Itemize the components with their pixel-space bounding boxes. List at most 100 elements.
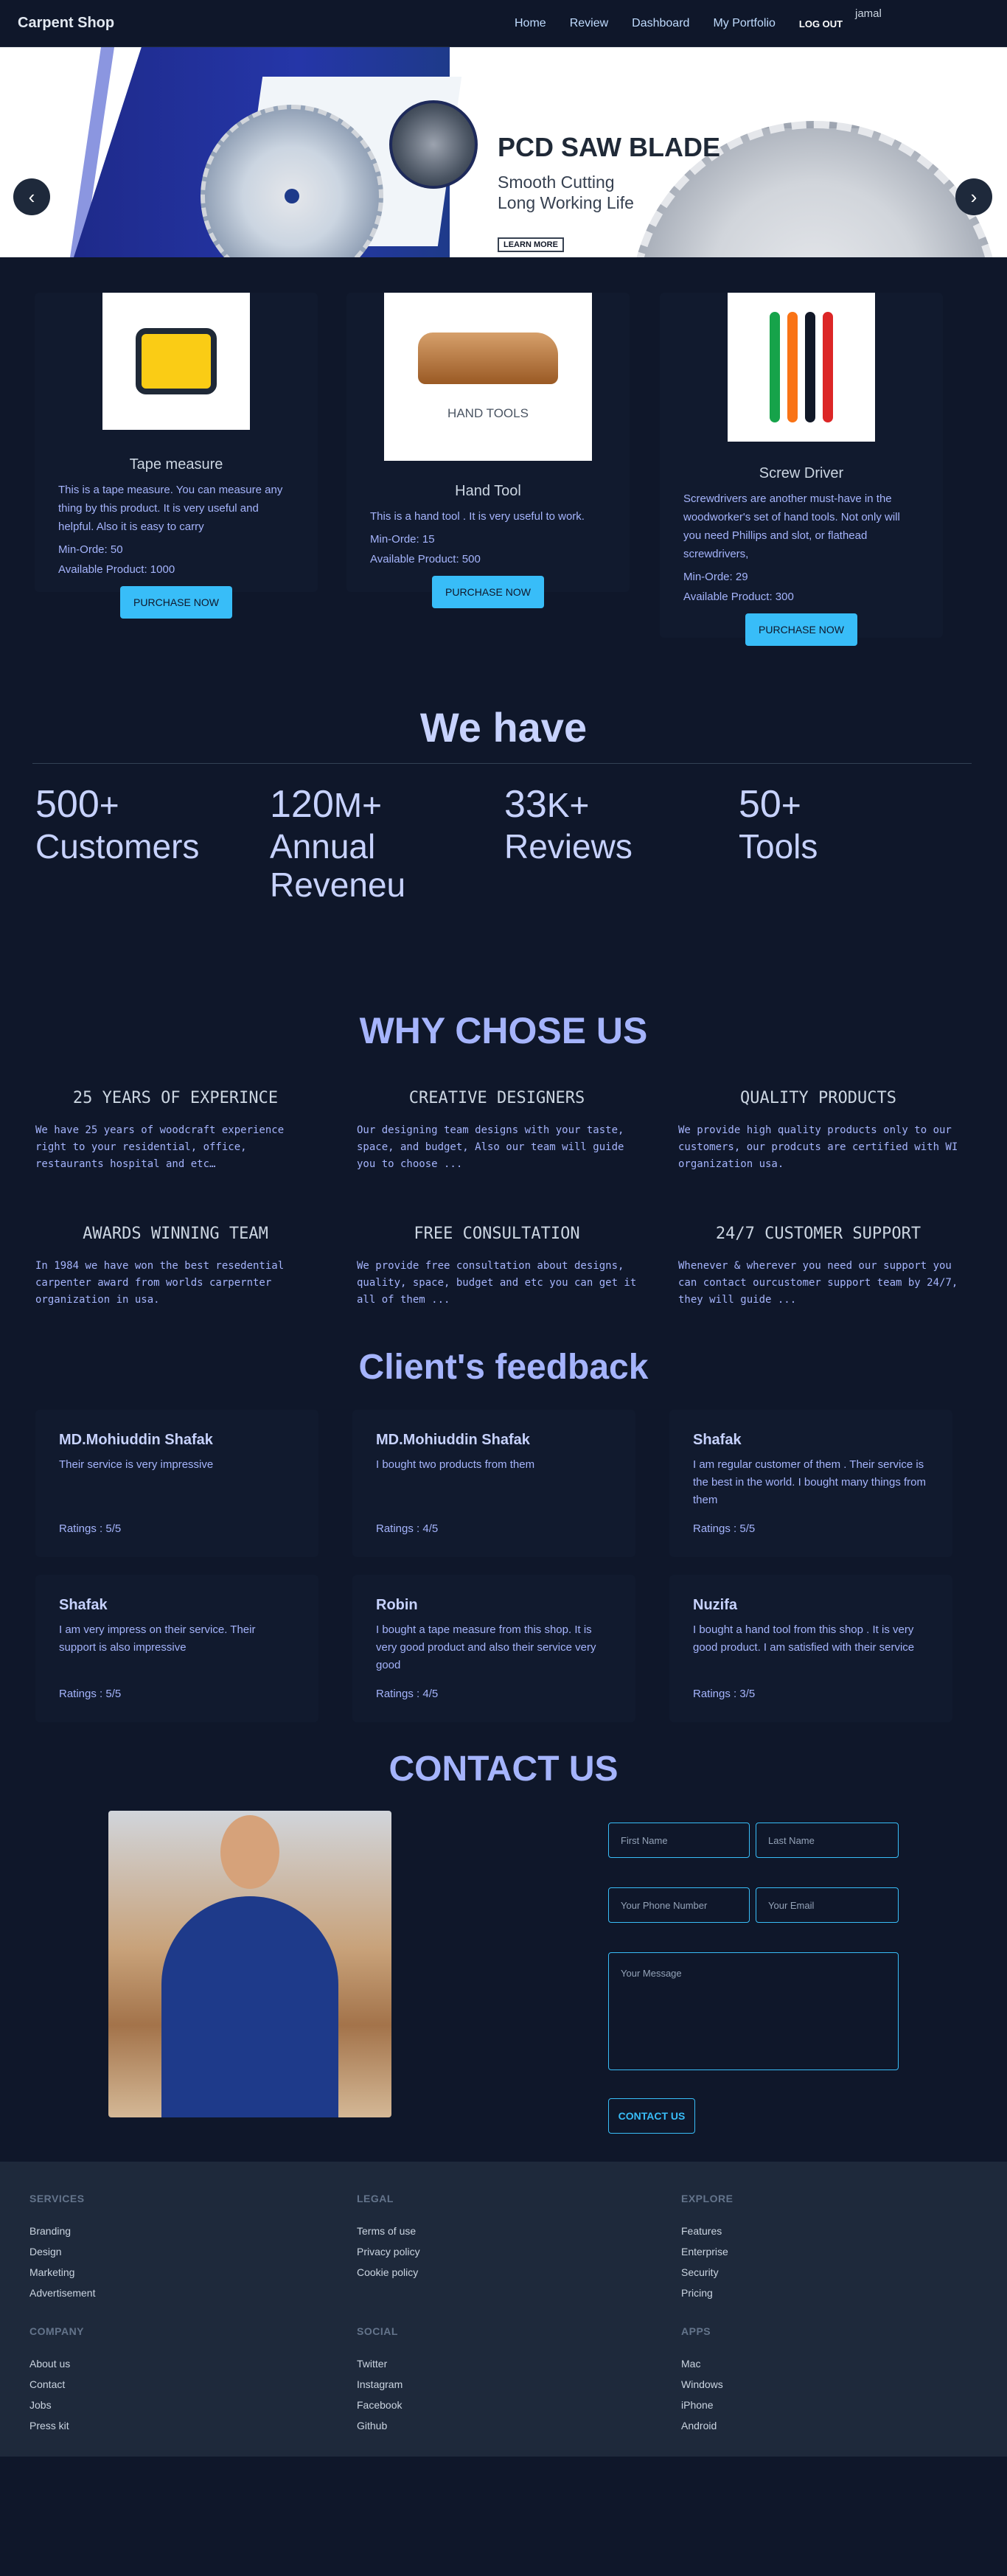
feedback-name: Shafak [59, 1597, 108, 1613]
footer-link[interactable]: About us [29, 2353, 251, 2374]
nav-link-home[interactable]: Home [515, 17, 546, 30]
carpenter-photo [108, 1811, 391, 2117]
stat-suffix: + [781, 786, 801, 824]
phone-field[interactable]: Your Phone Number [608, 1887, 750, 1923]
feedback-card: MD.Mohiuddin Shafak Their service is ver… [35, 1410, 318, 1557]
nav-links: Home Review Dashboard My Portfolio LOG O… [515, 0, 843, 47]
product-name: Tape measure [129, 456, 223, 473]
feedback-text: I bought two products from them [376, 1458, 535, 1471]
feedback-rating: Ratings : 4/5 [376, 1522, 439, 1535]
product-description: This is a hand tool . It is very useful … [370, 510, 585, 523]
email-field[interactable]: Your Email [756, 1887, 899, 1923]
brand-logo[interactable]: Carpent Shop [18, 15, 114, 32]
first-name-field[interactable]: First Name [608, 1823, 750, 1858]
footer-link[interactable]: Windows [681, 2374, 902, 2395]
footer-link[interactable]: Android [681, 2415, 902, 2436]
product-card: Tape measure This is a tape measure. You… [35, 293, 318, 619]
stat-number: 120 [270, 783, 334, 826]
footer-link[interactable]: Marketing [29, 2262, 251, 2283]
footer-column-company: COMPANY About us Contact Jobs Press kit [29, 2325, 251, 2436]
why-item: FREE CONSULTATION We provide free consul… [357, 1225, 637, 1309]
footer-column-title: COMPANY [29, 2325, 85, 2337]
why-item-title: AWARDS WINNING TEAM [83, 1225, 268, 1243]
logout-button[interactable]: LOG OUT [799, 18, 843, 29]
hand-tool-image: HAND TOOLS [384, 293, 592, 461]
footer-link[interactable]: Instagram [357, 2374, 578, 2395]
hand-tool-image-text: HAND TOOLS [447, 406, 529, 420]
nav-link-portfolio[interactable]: My Portfolio [713, 17, 775, 30]
carousel-next-icon[interactable]: › [955, 178, 992, 215]
product-min-order: Min-Orde: 29 [683, 571, 748, 583]
footer-link[interactable]: Enterprise [681, 2241, 902, 2262]
feedback-rating: Ratings : 3/5 [693, 1688, 756, 1700]
footer-link[interactable]: Contact [29, 2374, 251, 2395]
product-min-order: Min-Orde: 50 [58, 543, 123, 556]
why-item-text: We provide free consultation about desig… [357, 1260, 637, 1306]
footer-link[interactable]: Facebook [357, 2395, 578, 2415]
feedback-name: Robin [376, 1597, 418, 1613]
nav-link-dashboard[interactable]: Dashboard [632, 17, 689, 30]
navbar: Carpent Shop Home Review Dashboard My Po… [0, 0, 1007, 47]
blade-detail-image [389, 100, 478, 189]
product-card: HAND TOOLS Hand Tool This is a hand tool… [346, 293, 630, 608]
product-name: Hand Tool [455, 483, 521, 499]
product-min-order: Min-Orde: 15 [370, 533, 435, 546]
footer-link[interactable]: Github [357, 2415, 578, 2436]
footer-link[interactable]: Cookie policy [357, 2262, 578, 2283]
why-title: WHY CHOSE US [359, 1010, 648, 1051]
stat-suffix: K+ [546, 786, 590, 824]
purchase-now-button[interactable]: PURCHASE NOW [432, 576, 544, 608]
footer-link[interactable]: Twitter [357, 2353, 578, 2374]
divider [32, 763, 972, 764]
contact-submit-button[interactable]: CONTACT US [608, 2098, 695, 2134]
why-item: AWARDS WINNING TEAM In 1984 we have won … [35, 1225, 316, 1309]
footer-link[interactable]: Press kit [29, 2415, 251, 2436]
footer-link[interactable]: Jobs [29, 2395, 251, 2415]
feedback-card: MD.Mohiuddin Shafak I bought two product… [352, 1410, 635, 1557]
stat-suffix: M+ [333, 786, 382, 824]
footer-link[interactable]: Security [681, 2262, 902, 2283]
stat-suffix: + [99, 786, 119, 824]
footer-link[interactable]: Branding [29, 2221, 251, 2241]
footer-link[interactable]: Privacy policy [357, 2241, 578, 2262]
contact-title: CONTACT US [388, 1750, 619, 1789]
carousel-prev-icon[interactable]: ‹ [13, 178, 50, 215]
feedback-section: Client's feedback MD.Mohiuddin Shafak Th… [0, 1347, 1007, 1749]
feedback-rating: Ratings : 5/5 [59, 1522, 122, 1535]
product-available: Available Product: 1000 [58, 563, 175, 576]
purchase-now-button[interactable]: PURCHASE NOW [120, 586, 232, 619]
footer-column-title: APPS [681, 2325, 711, 2337]
feedback-text: I am very impress on their service. Thei… [59, 1623, 256, 1654]
product-card: Screw Driver Screwdrivers are another mu… [660, 293, 943, 646]
feedback-text: I bought a hand tool from this shop . It… [693, 1623, 915, 1654]
hero-subtitle-2: Long Working Life [498, 193, 634, 212]
footer-link[interactable]: Design [29, 2241, 251, 2262]
why-item-title: CREATIVE DESIGNERS [408, 1089, 585, 1107]
message-field[interactable]: Your Message [608, 1952, 899, 2070]
footer-column-legal: LEGAL Terms of use Privacy policy Cookie… [357, 2193, 578, 2283]
footer-link[interactable]: Pricing [681, 2283, 902, 2303]
footer-link[interactable]: Terms of use [357, 2221, 578, 2241]
stat-label: Tools [739, 827, 818, 866]
feedback-name: Nuzifa [693, 1597, 737, 1613]
purchase-now-button[interactable]: PURCHASE NOW [745, 613, 857, 646]
footer-link[interactable]: Features [681, 2221, 902, 2241]
feedback-name: Shafak [693, 1432, 742, 1448]
products-section: Tape measure This is a tape measure. You… [0, 257, 1007, 700]
product-available: Available Product: 300 [683, 591, 794, 603]
stats-title: We have [419, 704, 588, 751]
nav-link-review[interactable]: Review [570, 17, 608, 30]
why-item-text: Whenever & wherever you need our support… [678, 1260, 958, 1306]
hero-carousel: PCD SAW BLADE Smooth Cutting Long Workin… [0, 47, 1007, 257]
feedback-card: Nuzifa I bought a hand tool from this sh… [669, 1575, 952, 1722]
footer-link[interactable]: iPhone [681, 2395, 902, 2415]
why-item-title: 25 YEARS OF EXPERINCE [72, 1089, 279, 1107]
footer-column-apps: APPS Mac Windows iPhone Android [681, 2325, 902, 2436]
last-name-field[interactable]: Last Name [756, 1823, 899, 1858]
why-item: 25 YEARS OF EXPERINCE We have 25 years o… [35, 1089, 316, 1173]
why-item-title: QUALITY PRODUCTS [740, 1089, 896, 1107]
footer-link[interactable]: Mac [681, 2353, 902, 2374]
feedback-text: I am regular customer of them . Their se… [693, 1458, 927, 1506]
learn-more-button[interactable]: LEARN MORE [498, 237, 564, 252]
footer-link[interactable]: Advertisement [29, 2283, 251, 2303]
